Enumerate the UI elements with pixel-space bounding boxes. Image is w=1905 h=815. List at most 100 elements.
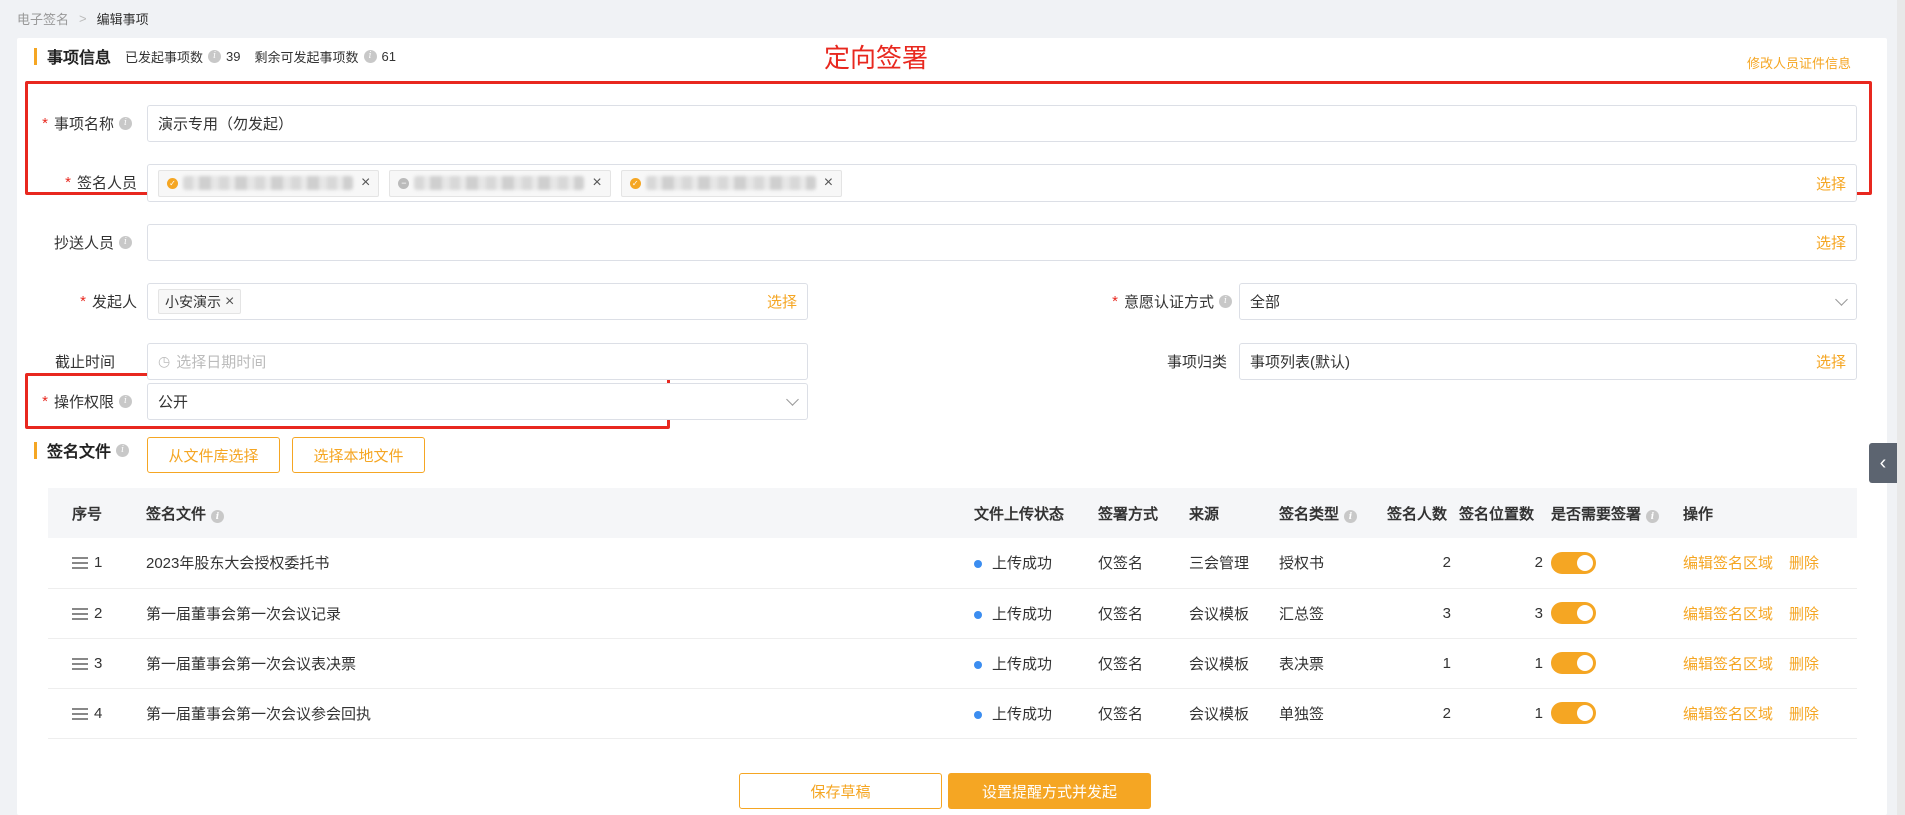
section-accent-bar (34, 441, 37, 459)
table-row: 4 第一届董事会第一次会议参会回执 上传成功 仅签名 会议模板 单独签 2 1 … (48, 688, 1857, 739)
file-name: 第一届董事会第一次会议表决票 (142, 638, 970, 689)
info-icon[interactable]: i (1219, 294, 1232, 308)
item-name-label: * 事项名称 i (37, 105, 137, 141)
clock-icon: ◷ (158, 353, 171, 369)
col-header-signers: 签名人数 (1383, 488, 1455, 538)
table-row: 1 2023年股东大会授权委托书 上传成功 仅签名 三会管理 授权书 2 2 编… (48, 538, 1857, 589)
info-icon[interactable]: i (119, 235, 132, 249)
info-icon[interactable]: i (119, 394, 132, 408)
col-header-type: 签名类型 i (1275, 488, 1383, 538)
remove-icon[interactable]: × (225, 293, 234, 311)
signer-tag: ✓ × (158, 169, 380, 197)
redacted-name (414, 176, 585, 190)
drag-handle-icon[interactable] (72, 607, 88, 620)
drag-handle-icon[interactable] (72, 657, 88, 670)
remaining-count: 剩余可发起事项数 i 61 (254, 48, 396, 65)
col-header-file: 签名文件 i (142, 488, 970, 538)
edit-item-card: 事项信息 已发起事项数 i 39 剩余可发起事项数 i 61 定向签署 修改人员… (17, 38, 1887, 815)
scrollbar-track[interactable] (1897, 0, 1905, 815)
deadline-input[interactable]: ◷ 选择日期时间 (147, 343, 808, 380)
breadcrumb: 电子签名 > 编辑事项 (0, 0, 1905, 36)
need-sign-toggle[interactable] (1551, 702, 1596, 724)
cc-input[interactable]: 选择 (147, 224, 1857, 261)
drag-handle-icon[interactable] (72, 557, 88, 570)
file-name: 2023年股东大会授权委托书 (142, 538, 970, 589)
col-header-no: 序号 (48, 488, 142, 538)
files-table: 序号 签名文件 i 文件上传状态 签署方式 来源 签名类型 i 签名人数 签名位置数… (48, 488, 1857, 739)
check-icon: ✓ (629, 177, 641, 189)
deadline-label: 截止时间 (55, 353, 116, 371)
delete-link[interactable]: 删除 (1789, 555, 1819, 572)
table-row: 3 第一届董事会第一次会议表决票 上传成功 仅签名 会议模板 表决票 1 1 编… (48, 638, 1857, 689)
info-icon[interactable]: i (119, 116, 132, 130)
redacted-name (183, 176, 353, 190)
info-icon[interactable]: i (1344, 510, 1358, 523)
files-header: 签名文件 i (34, 436, 134, 464)
initiator-tag: 小安演示 × (158, 289, 242, 314)
delete-link[interactable]: 删除 (1789, 606, 1819, 623)
category-label: 事项归类 (1166, 353, 1227, 371)
edit-sign-area-link[interactable]: 编辑签名区域 (1683, 706, 1773, 723)
signer-tag: − × (389, 169, 611, 197)
signers-input[interactable]: ✓ × − × ✓ × 选择 (147, 164, 1857, 202)
chevron-left-icon: ‹ (1879, 451, 1887, 474)
remove-icon[interactable]: × (361, 174, 370, 192)
col-header-source: 来源 (1185, 488, 1275, 538)
signer-tag: ✓ × (620, 169, 843, 197)
delete-link[interactable]: 删除 (1789, 706, 1819, 723)
remove-icon[interactable]: × (824, 174, 833, 192)
col-header-actions: 操作 (1679, 488, 1857, 538)
save-draft-button[interactable]: 保存草稿 (739, 773, 942, 809)
select-from-library-button[interactable]: 从文件库选择 (147, 437, 280, 473)
set-reminder-and-start-button[interactable]: 设置提醒方式并发起 (948, 773, 1151, 809)
edit-sign-area-link[interactable]: 编辑签名区域 (1683, 656, 1773, 673)
col-header-positions: 签名位置数 (1455, 488, 1547, 538)
select-local-file-button[interactable]: 选择本地文件 (292, 437, 425, 473)
edit-sign-area-link[interactable]: 编辑签名区域 (1683, 555, 1773, 572)
info-icon[interactable]: i (208, 49, 222, 63)
signers-label: * 签名人员 (65, 173, 137, 192)
item-info-header: 事项信息 已发起事项数 i 39 剩余可发起事项数 i 61 (34, 44, 396, 68)
chevron-down-icon (786, 392, 799, 406)
file-name: 第一届董事会第一次会议参会回执 (142, 688, 970, 739)
collapse-panel-tab[interactable]: ‹ (1869, 443, 1897, 483)
breadcrumb-current: 编辑事项 (96, 11, 149, 27)
category-select-link[interactable]: 选择 (1816, 351, 1846, 372)
chevron-down-icon (1835, 292, 1848, 306)
info-icon[interactable]: i (1646, 510, 1660, 523)
permission-label: * 操作权限 i (37, 383, 137, 419)
info-icon[interactable]: i (116, 443, 130, 457)
need-sign-toggle[interactable] (1551, 551, 1596, 574)
file-name: 第一届董事会第一次会议记录 (142, 588, 970, 639)
info-icon[interactable]: i (211, 510, 225, 523)
section-title: 事项信息 (47, 50, 112, 67)
status-dot-icon (974, 560, 982, 569)
permission-select[interactable]: 公开 (147, 383, 808, 420)
initiator-select-link[interactable]: 选择 (767, 291, 797, 312)
auth-method-select[interactable]: 全部 (1239, 283, 1857, 320)
remove-icon[interactable]: × (592, 174, 601, 192)
cc-label: 抄送人员 i (37, 224, 137, 260)
breadcrumb-root[interactable]: 电子签名 (17, 9, 69, 28)
category-input[interactable]: 事项列表(默认) 选择 (1239, 343, 1857, 380)
need-sign-toggle[interactable] (1551, 652, 1596, 674)
annotation-text: 定向签署 (824, 43, 929, 73)
item-name-input[interactable]: 演示专用（勿发起） (147, 105, 1857, 142)
info-icon[interactable]: i (363, 49, 377, 63)
drag-handle-icon[interactable] (72, 707, 88, 720)
col-header-method: 签署方式 (1094, 488, 1185, 538)
need-sign-toggle[interactable] (1551, 602, 1596, 624)
started-count: 已发起事项数 i 39 (125, 48, 241, 65)
signers-select-link[interactable]: 选择 (1816, 173, 1846, 194)
edit-certificate-link[interactable]: 修改人员证件信息 (1747, 53, 1851, 72)
initiator-input[interactable]: 小安演示 × 选择 (147, 283, 808, 320)
col-header-need-sign: 是否需要签署 i (1547, 488, 1679, 538)
files-title: 签名文件 (47, 444, 112, 461)
auth-method-label: * 意愿认证方式 i (1077, 283, 1237, 319)
delete-link[interactable]: 删除 (1789, 656, 1819, 673)
status-dot-icon (974, 660, 982, 669)
table-header-row: 序号 签名文件 i 文件上传状态 签署方式 来源 签名类型 i 签名人数 签名位置数… (48, 488, 1857, 538)
status-dot-icon (974, 610, 982, 619)
edit-sign-area-link[interactable]: 编辑签名区域 (1683, 606, 1773, 623)
cc-select-link[interactable]: 选择 (1816, 232, 1846, 253)
